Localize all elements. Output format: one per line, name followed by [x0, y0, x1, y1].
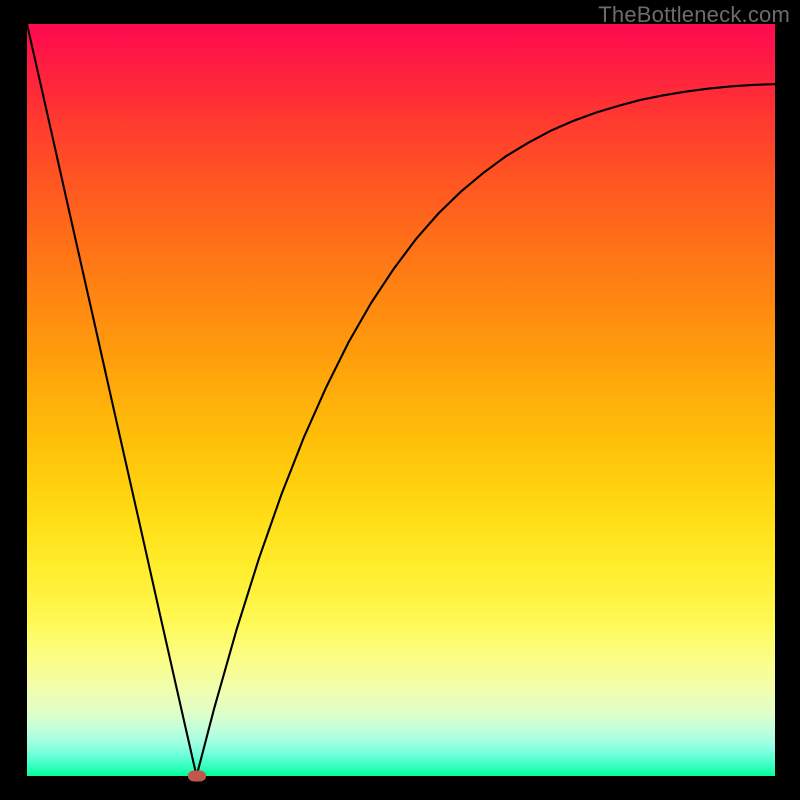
plot-area — [27, 24, 775, 776]
bottleneck-curve — [27, 24, 775, 776]
curve-path — [27, 24, 775, 776]
min-marker — [188, 771, 206, 782]
